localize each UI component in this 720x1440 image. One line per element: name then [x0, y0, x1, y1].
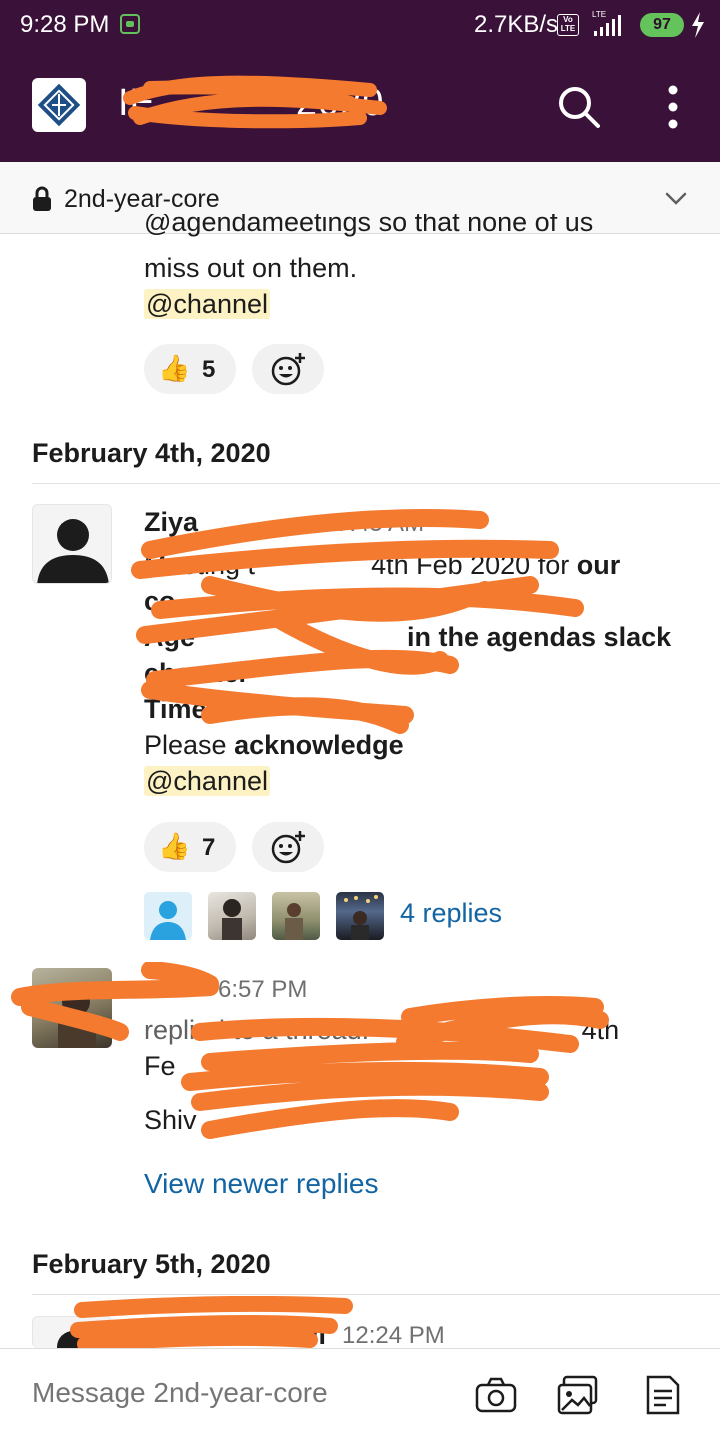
workspace-title[interactable]: IE 2020	[118, 82, 384, 125]
message-mention-line: @channel	[144, 286, 270, 322]
person-photo-icon	[58, 988, 96, 1048]
lte-label: LTE	[592, 10, 606, 19]
thumbs-up-emoji: 👍	[158, 353, 191, 383]
avatar[interactable]	[32, 504, 112, 584]
reaction-thumbs-up[interactable]: 👍 7	[144, 822, 236, 872]
signal-icon: LTE	[592, 10, 621, 36]
add-reaction-icon	[271, 831, 305, 864]
date-header: February 5th, 2020	[32, 1249, 271, 1279]
avatar[interactable]	[32, 968, 112, 1048]
view-newer-replies-link[interactable]: View newer replies	[144, 1168, 379, 1200]
app-header: IE 2020	[0, 50, 720, 162]
chevron-down-icon[interactable]	[664, 188, 688, 208]
message-line: Meeting t 4th Feb 2020 for our	[144, 547, 620, 583]
person-photo-icon	[222, 899, 242, 940]
reaction-count: 7	[202, 834, 216, 861]
message-line: replied to a thread: 4th	[144, 1012, 619, 1048]
channel-name: 2nd-year-core	[64, 185, 220, 213]
message-line-b: 4th Feb 2020 for	[371, 550, 577, 580]
lock-icon	[33, 186, 51, 211]
message-text: @agendameetings so that none of us	[144, 214, 593, 240]
message-line-partial: @agendameetings so that none of us	[144, 214, 594, 237]
status-bar: 9:28 PM 2.7KB/s Vo LTE LTE 97	[0, 0, 720, 50]
default-user-icon	[37, 519, 109, 583]
message-line-b: in the agendas slack	[407, 622, 672, 652]
avatar[interactable]	[32, 1316, 112, 1348]
message-line-b: 4th	[581, 1015, 620, 1045]
reply-avatar	[272, 892, 320, 940]
workspace-title-suffix: 2020	[295, 82, 385, 124]
sender-name[interactable]: Ziya	[144, 507, 198, 538]
reaction-thumbs-up[interactable]: 👍 5	[144, 344, 236, 394]
charging-icon	[692, 12, 704, 38]
date-header: February 4th, 2020	[32, 438, 271, 468]
add-reaction-icon	[271, 353, 305, 386]
message-line: channel	[144, 658, 247, 688]
message-line-a: Age	[144, 622, 196, 652]
workspace-logo[interactable]	[32, 78, 86, 132]
message-line: Age in the agendas slack	[144, 619, 671, 655]
message-mention-line: @channel	[144, 763, 270, 799]
message-line: Time:	[144, 694, 216, 724]
message-line: Fe	[144, 1051, 176, 1081]
battery-icon: 97	[640, 13, 684, 37]
reaction-count: 5	[202, 356, 216, 383]
message-line: co	[144, 586, 176, 616]
gallery-icon[interactable]	[556, 1373, 600, 1417]
notification-app-icon	[120, 14, 140, 34]
workspace-title-prefix: IE	[118, 82, 156, 124]
reply-avatar	[144, 892, 192, 940]
message-composer	[0, 1348, 720, 1440]
network-speed: 2.7KB/s	[474, 11, 559, 38]
date-divider	[32, 483, 720, 484]
add-reaction-button[interactable]	[252, 344, 324, 394]
channel-mention[interactable]: @channel	[144, 766, 270, 796]
more-vertical-icon[interactable]	[660, 84, 686, 130]
message-line-a: Please	[144, 730, 235, 760]
camera-icon[interactable]	[474, 1373, 518, 1417]
channel-mention[interactable]: @channel	[144, 289, 270, 319]
thumbs-up-emoji: 👍	[158, 831, 191, 861]
workspace-logo-icon	[37, 83, 81, 127]
default-user-icon	[57, 1331, 89, 1348]
search-icon[interactable]	[556, 84, 602, 130]
default-user-icon	[150, 901, 186, 940]
date-divider	[32, 1294, 720, 1295]
message-line-b: acknowledge	[234, 730, 404, 760]
message-line-a: replied to a thread:	[144, 1015, 377, 1045]
message-line-c: our	[576, 550, 621, 580]
volte-icon: Vo LTE	[557, 14, 579, 36]
message-timestamp[interactable]: 12:24 PM	[342, 1322, 445, 1350]
add-reaction-button[interactable]	[252, 822, 324, 872]
reply-avatar	[336, 892, 384, 940]
status-time: 9:28 PM	[20, 11, 110, 38]
message-line: miss out on them.	[144, 253, 358, 283]
message-line: Shiv	[144, 1105, 197, 1135]
message-line: Please acknowledge	[144, 727, 404, 763]
person-photo-icon	[285, 903, 303, 940]
reply-avatar	[208, 892, 256, 940]
message-timestamp[interactable]: 7:45 AM	[336, 510, 424, 538]
file-icon[interactable]	[640, 1373, 684, 1417]
person-photo-icon	[344, 895, 378, 940]
message-timestamp[interactable]: 6:57 PM	[218, 976, 307, 1004]
message-input[interactable]	[32, 1377, 452, 1409]
message-line-a: Meeting t	[144, 550, 256, 580]
sender-name[interactable]: ali	[296, 1320, 326, 1351]
thread-replies-link[interactable]: 4 replies	[400, 898, 502, 929]
